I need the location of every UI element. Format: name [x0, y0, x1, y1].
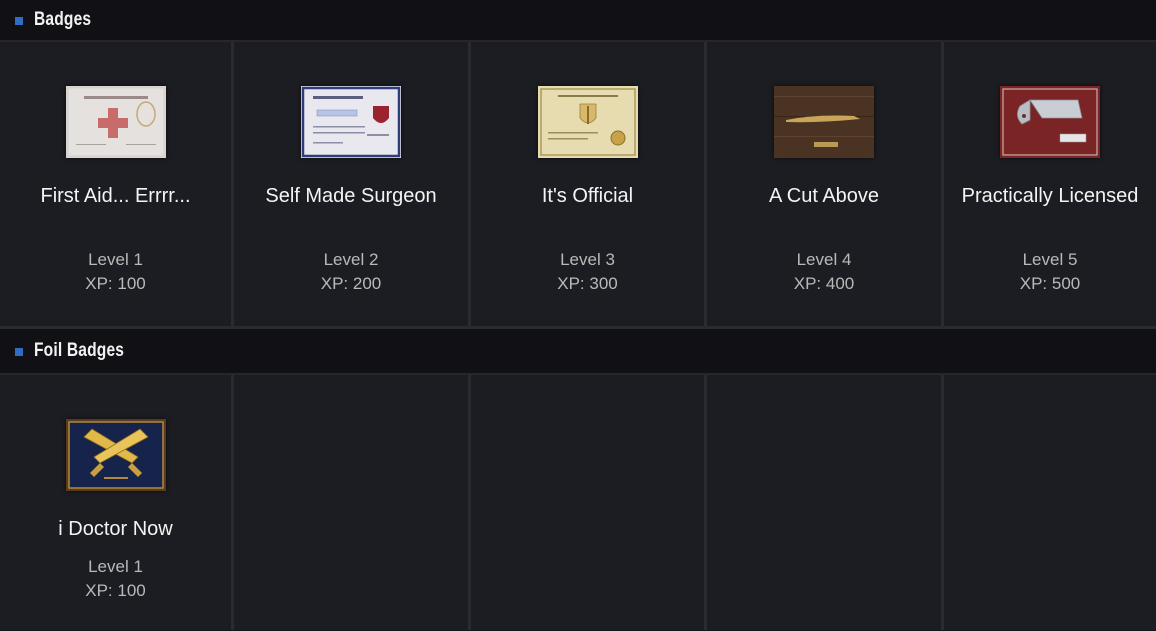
badge-xp: XP: 500: [1019, 274, 1081, 293]
empty-badge-slot: [707, 375, 944, 630]
badge-level: Level 4: [796, 250, 852, 269]
badge-level: Level 5: [1022, 250, 1078, 269]
foil-badges-header: Foil Badges: [0, 329, 1156, 375]
badges-section: Badges First Aid... Errrr... Level 1 XP:…: [0, 0, 1156, 326]
badge-level: Level 2: [323, 250, 379, 269]
badge-xp: XP: 400: [793, 274, 855, 293]
foil-badges-grid: i Doctor Now Level 1 XP: 100: [0, 375, 1156, 630]
badge-name: It's Official: [541, 185, 634, 207]
foil-badges-section: Foil Badges i Doctor Now Level 1 XP: 100: [0, 329, 1156, 630]
badge-meta: Level 1 XP: 100: [0, 555, 231, 603]
gold-crossed-cleavers-icon: [65, 419, 166, 491]
cleaver-plaque-icon: [1000, 86, 1100, 158]
badges-grid: First Aid... Errrr... Level 1 XP: 100 Se…: [0, 42, 1156, 326]
badge-card[interactable]: First Aid... Errrr... Level 1 XP: 100: [0, 42, 234, 326]
badge-meta: Level 5 XP: 500: [944, 248, 1156, 296]
badge-card[interactable]: Self Made Surgeon Level 2 XP: 200: [234, 42, 471, 326]
badge-level: Level 1: [88, 250, 143, 269]
section-title: Badges: [34, 9, 92, 30]
badge-xp: XP: 100: [85, 581, 146, 600]
badge-name: i Doctor Now: [58, 518, 173, 540]
university-diploma-icon: [301, 86, 401, 158]
section-marker-icon: [15, 16, 23, 25]
badge-name: Self Made Surgeon: [265, 185, 437, 207]
badge-xp: XP: 200: [320, 274, 382, 293]
badge-meta: Level 1 XP: 100: [0, 248, 231, 296]
doctor-certificate-icon: [65, 86, 166, 158]
section-marker-icon: [15, 347, 23, 356]
scalpel-plaque-icon: [774, 86, 874, 158]
badge-meta: Level 2 XP: 200: [234, 248, 468, 296]
badge-xp: XP: 300: [557, 274, 618, 293]
badge-level: Level 3: [560, 250, 615, 269]
official-certificate-icon: [537, 86, 638, 158]
badge-level: Level 1: [88, 557, 143, 576]
badge-name: Practically Licensed: [961, 185, 1139, 207]
badge-card[interactable]: It's Official Level 3 XP: 300: [471, 42, 707, 326]
badge-xp: XP: 100: [85, 274, 146, 293]
badge-name: A Cut Above: [768, 185, 880, 207]
empty-badge-slot: [234, 375, 471, 630]
badge-card[interactable]: i Doctor Now Level 1 XP: 100: [0, 375, 234, 630]
empty-badge-slot: [471, 375, 707, 630]
badge-name: First Aid... Errrr...: [40, 185, 191, 207]
badge-meta: Level 3 XP: 300: [471, 248, 704, 296]
badge-card[interactable]: A Cut Above Level 4 XP: 400: [707, 42, 944, 326]
badge-meta: Level 4 XP: 400: [707, 248, 941, 296]
badge-card[interactable]: Practically Licensed Level 5 XP: 500: [944, 42, 1156, 326]
empty-badge-slot: [944, 375, 1156, 630]
badges-header: Badges: [0, 0, 1156, 42]
section-title: Foil Badges: [34, 340, 125, 361]
